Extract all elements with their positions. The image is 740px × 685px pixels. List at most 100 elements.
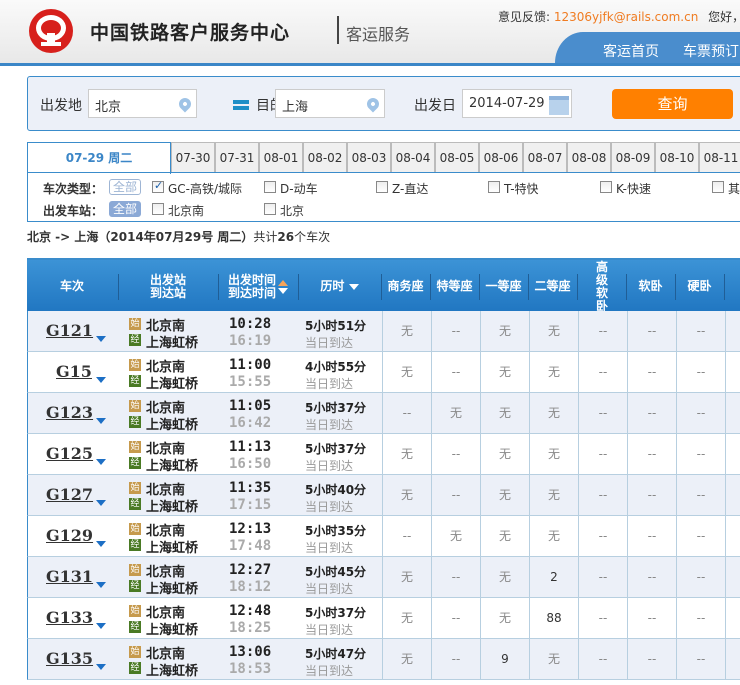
train-number-link[interactable]: G129 [46,526,93,545]
table-row[interactable]: G131 始 北京南 经 上海虹桥 12:27 18:12 5小时45分 当日到… [27,557,740,598]
train-table: 车次 出发站 到达站 出发时间 到达时间 历时 商务座 特等座 一等座 二等座 … [27,258,740,680]
calendar-icon[interactable] [549,96,569,115]
checkbox-label: K-快速 [616,182,651,196]
seat-second: 无 [529,352,578,392]
seat-cell-cutoff [725,434,740,474]
station-all-button[interactable]: 全部 [109,201,141,217]
expand-stops-icon[interactable] [96,418,106,424]
expand-stops-icon[interactable] [96,582,106,588]
col-duration-label: 历时 [320,279,345,293]
tab-date[interactable]: 08-04 [391,142,435,172]
duration: 4小时55分 [305,360,367,374]
tab-date[interactable]: 08-07 [523,142,567,172]
checkbox-d[interactable] [264,181,276,193]
seat-business: 无 [382,352,431,392]
departure-time: 11:13 [229,439,272,455]
tab-date[interactable]: 08-09 [611,142,655,172]
tab-date[interactable]: 08-08 [567,142,611,172]
start-station-icon: 始 [129,482,141,494]
train-number-link[interactable]: G131 [46,567,93,586]
arrival-note: 当日到达 [305,336,354,350]
query-button[interactable]: 查询 [612,89,733,119]
seat-soft-sleeper: -- [627,475,676,515]
seat-first[interactable]: 9 [480,639,529,679]
search-panel: 出发地 北京 目的地 上海 出发日 2014-07-29 查询 [27,76,740,131]
expand-stops-icon[interactable] [96,377,106,383]
train-number-link[interactable]: G127 [46,485,93,504]
sort-desc-icon[interactable] [278,287,288,294]
duration: 5小时47分 [305,647,367,661]
seat-deluxe-sleeper: -- [578,311,627,351]
brand-divider [337,16,339,44]
tab-date[interactable]: 08-05 [435,142,479,172]
departure-time: 12:13 [229,521,272,537]
site-header: 中国铁路客户服务中心 客运服务 意见反馈: 12306yjfk@rails.co… [0,0,740,66]
seat-business: -- [382,516,431,556]
tab-date[interactable]: 08-11 [699,142,740,172]
feedback-bar: 意见反馈: 12306yjfk@rails.com.cn 您好，请 [498,8,740,25]
arrival-note: 当日到达 [305,664,354,678]
nav-home[interactable]: 客运首页 [603,41,659,61]
swap-stations-icon[interactable] [233,98,249,112]
tab-date[interactable]: 07-30 [171,142,215,172]
seat-second[interactable]: 2 [529,557,578,597]
arrival-station: 上海虹桥 [146,336,199,351]
table-row[interactable]: G125 始 北京南 经 上海虹桥 11:13 16:50 5小时37分 当日到… [27,434,740,475]
col-time[interactable]: 出发时间 到达时间 [218,260,298,313]
tab-date[interactable]: 08-02 [303,142,347,172]
expand-stops-icon[interactable] [96,664,106,670]
summary-suffix: 个车次 [294,230,331,244]
seat-deluxe-sleeper: -- [578,639,627,679]
tab-date-active[interactable]: 07-29 周二 [27,142,171,174]
table-row[interactable]: G129 始 北京南 经 上海虹桥 12:13 17:48 5小时35分 当日到… [27,516,740,557]
tab-date[interactable]: 07-31 [215,142,259,172]
arrival-station: 上海虹桥 [146,459,199,474]
sort-asc-icon[interactable] [278,279,288,286]
sort-desc-icon[interactable] [348,283,359,290]
table-row[interactable]: G133 始 北京南 经 上海虹桥 12:48 18:25 5小时37分 当日到… [27,598,740,639]
train-number-link[interactable]: G121 [46,321,93,340]
feedback-email-link[interactable]: 12306yjfk@rails.com.cn [554,10,698,24]
tab-date[interactable]: 08-10 [655,142,699,172]
expand-stops-icon[interactable] [96,623,106,629]
seat-second[interactable]: 88 [529,598,578,638]
arrival-time: 17:15 [229,497,272,513]
checkbox-gc[interactable] [152,179,164,193]
train-number-link[interactable]: G133 [46,608,93,627]
tab-date[interactable]: 08-03 [347,142,391,172]
train-number-link[interactable]: G123 [46,403,93,422]
seat-second: 无 [529,639,578,679]
train-number-link[interactable]: G135 [46,649,93,668]
table-row[interactable]: G15 始 北京南 经 上海虹桥 11:00 15:55 4小时55分 当日到达… [27,352,740,393]
expand-stops-icon[interactable] [96,459,106,465]
train-type-all-button[interactable]: 全部 [109,179,141,195]
train-number-link[interactable]: G15 [56,362,92,381]
arrival-station: 上海虹桥 [146,500,199,515]
checkbox-label: 北京 [280,204,305,218]
arrival-station: 上海虹桥 [146,623,199,638]
arrival-station: 上海虹桥 [146,582,199,597]
table-row[interactable]: G135 始 北京南 经 上海虹桥 13:06 18:53 5小时47分 当日到… [27,639,740,680]
seat-soft-sleeper: -- [627,516,676,556]
checkbox-t[interactable] [488,181,500,193]
checkbox-z[interactable] [376,181,388,193]
table-row[interactable]: G121 始 北京南 经 上海虹桥 10:28 16:19 5小时51分 当日到… [27,311,740,352]
checkbox-beijing[interactable] [264,203,276,215]
tab-date[interactable]: 08-06 [479,142,523,172]
tab-date[interactable]: 08-01 [259,142,303,172]
checkbox-beijingnan[interactable] [152,203,164,215]
expand-stops-icon[interactable] [96,500,106,506]
train-number-link[interactable]: G125 [46,444,93,463]
expand-stops-icon[interactable] [96,541,106,547]
checkbox-k[interactable] [600,181,612,193]
checkbox-other[interactable] [712,181,724,193]
departure-time: 11:05 [229,398,272,414]
nav-ticket-booking[interactable]: 车票预订 [683,41,739,61]
seat-first: 无 [480,311,529,351]
table-row[interactable]: G123 始 北京南 经 上海虹桥 11:05 16:42 5小时37分 当日到… [27,393,740,434]
railway-logo-icon[interactable] [29,9,73,53]
expand-stops-icon[interactable] [96,336,106,342]
col-duration[interactable]: 历时 [298,260,381,313]
col-train[interactable]: 车次 [27,260,117,313]
table-row[interactable]: G127 始 北京南 经 上海虹桥 11:35 17:15 5小时40分 当日到… [27,475,740,516]
